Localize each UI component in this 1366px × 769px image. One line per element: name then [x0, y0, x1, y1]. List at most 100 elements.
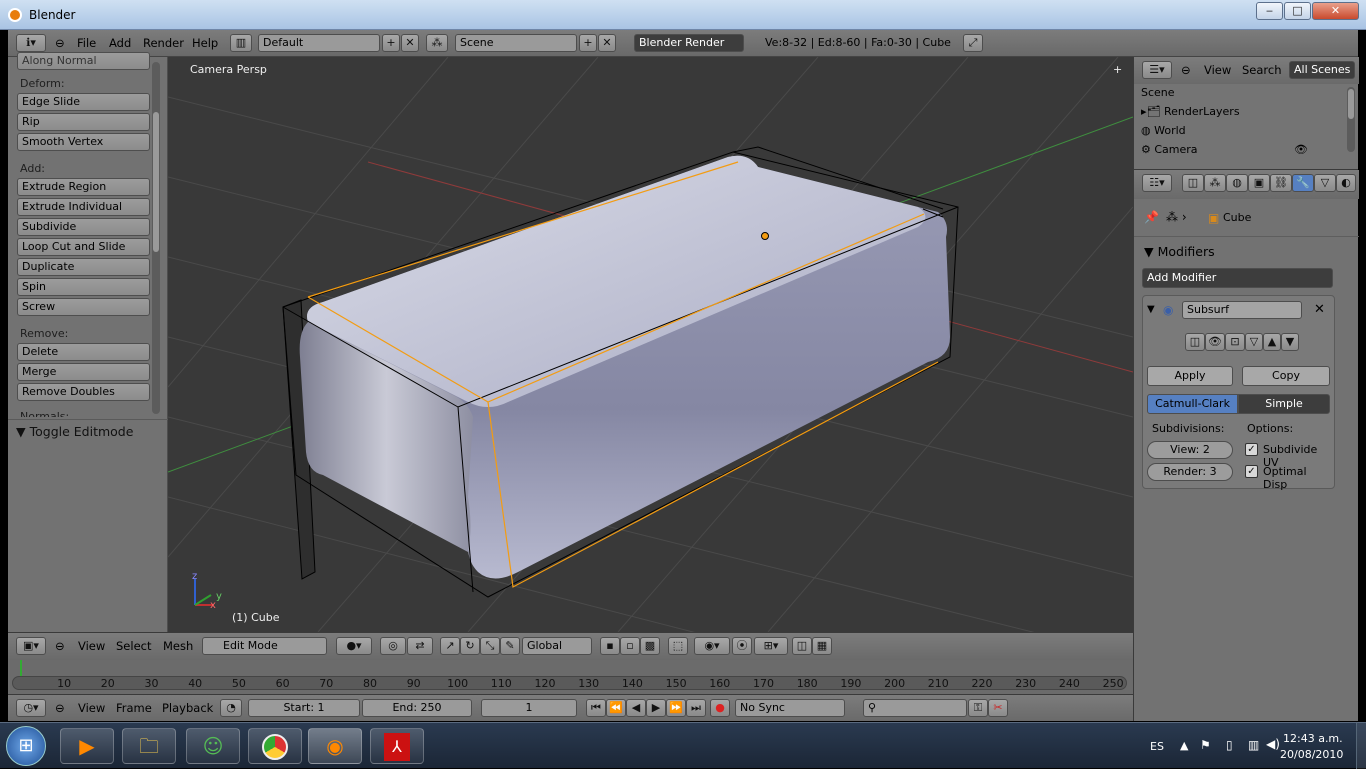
show-cage-icon[interactable]: ▽	[1245, 333, 1263, 351]
vertex-select-icon[interactable]: ▪	[600, 637, 620, 655]
rotate-icon[interactable]: ↻	[460, 637, 480, 655]
clock-date[interactable]: 20/08/2010	[1280, 748, 1343, 761]
editor-type-outliner-icon[interactable]: ☰▾	[1142, 61, 1172, 79]
screen-layout-field[interactable]: Default	[258, 34, 380, 52]
record-icon[interactable]: ●	[710, 699, 730, 717]
blender-taskbar-icon[interactable]: ◉	[308, 728, 362, 764]
explorer-icon[interactable]: 🗀	[122, 728, 176, 764]
outliner-scrollbar[interactable]	[1347, 87, 1355, 152]
close-button[interactable]: ✕	[1312, 2, 1359, 20]
outliner-filter-select[interactable]: All Scenes	[1289, 61, 1355, 79]
object-tab-icon[interactable]: ▣	[1248, 174, 1270, 192]
menu-help[interactable]: Help	[192, 36, 218, 50]
move-down-icon[interactable]: ▼	[1281, 333, 1299, 351]
render-animation-icon[interactable]: ▦	[812, 637, 832, 655]
minimize-button[interactable]: ‒	[1256, 2, 1283, 20]
jump-keyframe-back-icon[interactable]: ⏪	[606, 699, 626, 717]
data-tab-icon[interactable]: ▽	[1314, 174, 1336, 192]
jump-start-icon[interactable]: ⏮	[586, 699, 606, 717]
play-reverse-icon[interactable]: ◀	[626, 699, 646, 717]
toolshelf-scrollbar[interactable]	[152, 62, 160, 414]
menu-view[interactable]: View	[78, 701, 105, 715]
action-center-flag-icon[interactable]: ⚑	[1200, 738, 1211, 752]
editor-type-3d-icon[interactable]: ▣▾	[16, 637, 46, 655]
outliner-item-scene[interactable]: Scene	[1141, 86, 1175, 99]
volume-icon[interactable]: ◀)	[1266, 737, 1280, 751]
scale-icon[interactable]: ⤡	[480, 637, 500, 655]
render-tab-icon[interactable]: ◫	[1182, 174, 1204, 192]
3d-viewport[interactable]: y z x Camera Persp + (1) Cube	[168, 57, 1133, 632]
modifier-name-field[interactable]: Subsurf	[1182, 301, 1302, 319]
modifiers-panel-header[interactable]: ▼ Modifiers	[1134, 236, 1359, 260]
view-levels-field[interactable]: View: 2	[1147, 441, 1233, 459]
menu-file[interactable]: File	[77, 36, 96, 50]
tool-rip[interactable]: Rip	[17, 113, 150, 131]
tool-duplicate[interactable]: Duplicate	[17, 258, 150, 276]
tool-along-normal[interactable]: Along Normal	[17, 52, 150, 70]
viewport-plus-icon[interactable]: +	[1113, 63, 1122, 76]
tool-remove-doubles[interactable]: Remove Doubles	[17, 383, 150, 401]
add-scene-button[interactable]: +	[579, 34, 597, 52]
play-icon[interactable]: ▶	[646, 699, 666, 717]
current-frame-field[interactable]: 1	[481, 699, 577, 717]
show-render-icon[interactable]: ◫	[1185, 333, 1205, 351]
snap-element-select[interactable]: ⊞▾	[754, 637, 788, 655]
chrome-icon[interactable]	[248, 728, 302, 764]
viewport-shading-select[interactable]: ●▾	[336, 637, 372, 655]
scene-tab-icon[interactable]: ⁂	[1204, 174, 1226, 192]
subdivide-uv-checkbox[interactable]: ✓	[1245, 443, 1258, 456]
outliner-item-renderlayers[interactable]: ▸🗂 RenderLayers	[1141, 105, 1240, 118]
delete-screen-button[interactable]: ✕	[401, 34, 419, 52]
keying-set-icon[interactable]: ◔	[220, 699, 242, 717]
subsurf-cube-mesh[interactable]	[282, 146, 959, 598]
editor-type-info-icon[interactable]: ℹ▾	[16, 34, 46, 52]
show-editmode-icon[interactable]: ⊡	[1225, 333, 1245, 351]
menu-mesh[interactable]: Mesh	[163, 639, 193, 653]
menu-search[interactable]: Search	[1242, 63, 1282, 77]
pin-icon[interactable]: 📌	[1144, 210, 1159, 224]
constraints-tab-icon[interactable]: ⛓	[1270, 174, 1292, 192]
pivot-point-icon[interactable]: ◎	[380, 637, 406, 655]
show-viewport-icon[interactable]: 👁	[1205, 333, 1225, 351]
delete-scene-button[interactable]: ✕	[598, 34, 616, 52]
screen-layout-icon[interactable]: ▥	[230, 34, 252, 52]
tool-delete[interactable]: Delete	[17, 343, 150, 361]
remove-modifier-icon[interactable]: ✕	[1314, 302, 1325, 317]
delete-keyframe-icon[interactable]: ✂	[988, 699, 1008, 717]
render-engine-select[interactable]: Blender Render	[634, 34, 744, 52]
toggle-editmode-panel[interactable]: ▼ Toggle Editmode	[8, 419, 168, 445]
jump-keyframe-forward-icon[interactable]: ⏩	[666, 699, 686, 717]
tool-spin[interactable]: Spin	[17, 278, 150, 296]
menu-select[interactable]: Select	[116, 639, 151, 653]
expand-toggle-icon[interactable]: ▼	[1147, 304, 1155, 315]
translate-icon[interactable]: ↗	[440, 637, 460, 655]
tool-edge-slide[interactable]: Edge Slide	[17, 93, 150, 111]
copy-button[interactable]: Copy	[1242, 366, 1330, 386]
collapse-menu-icon[interactable]: ⊖	[1181, 63, 1191, 77]
tool-extrude-individual[interactable]: Extrude Individual	[17, 198, 150, 216]
fullscreen-icon[interactable]: ⤢	[963, 34, 983, 52]
tool-merge[interactable]: Merge	[17, 363, 150, 381]
add-modifier-select[interactable]: Add Modifier	[1142, 268, 1333, 288]
menu-view[interactable]: View	[78, 639, 105, 653]
editor-type-properties-icon[interactable]: ☷▾	[1142, 174, 1172, 192]
start-button[interactable]: ⊞	[6, 726, 46, 766]
manipulator-icon[interactable]: ✎	[500, 637, 520, 655]
outliner-item-camera[interactable]: ⚙ Camera	[1141, 143, 1198, 154]
visibility-eye-icon[interactable]: 👁	[1294, 143, 1308, 156]
show-desktop-button[interactable]	[1356, 723, 1366, 769]
maximize-button[interactable]: □	[1284, 2, 1311, 20]
scene-icon[interactable]: ⁂	[426, 34, 448, 52]
sync-mode-select[interactable]: No Sync	[735, 699, 845, 717]
messenger-icon[interactable]: ☺	[186, 728, 240, 764]
show-hidden-icons-icon[interactable]: ▲	[1180, 739, 1188, 752]
tool-loop-cut[interactable]: Loop Cut and Slide	[17, 238, 150, 256]
end-frame-field[interactable]: End: 250	[362, 699, 472, 717]
catmull-clark-toggle[interactable]: Catmull-Clark	[1147, 394, 1238, 414]
battery-icon[interactable]: ▯	[1226, 738, 1233, 752]
render-icon[interactable]: ◫	[792, 637, 812, 655]
render-levels-field[interactable]: Render: 3	[1147, 463, 1233, 481]
proportional-edit-select[interactable]: ◉▾	[694, 637, 730, 655]
tool-extrude-region[interactable]: Extrude Region	[17, 178, 150, 196]
add-screen-button[interactable]: +	[382, 34, 400, 52]
